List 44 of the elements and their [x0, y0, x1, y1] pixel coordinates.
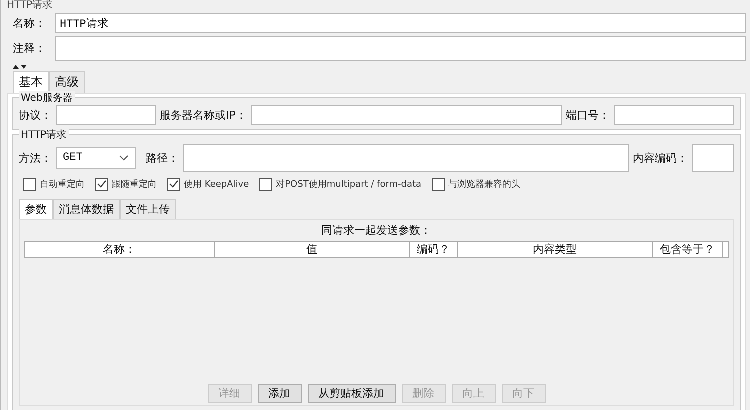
tab[interactable]: 基本	[13, 71, 49, 93]
protocol-field[interactable]	[56, 105, 156, 125]
tab[interactable]: 消息体数据	[53, 199, 120, 219]
column-header: 值	[215, 242, 410, 257]
splitter-arrows-icon[interactable]	[13, 64, 27, 70]
column-header: 编码？	[410, 242, 458, 257]
path-field[interactable]	[183, 144, 629, 172]
action-button[interactable]: 从剪贴板添加	[308, 384, 396, 403]
checkbox-label: 自动重定向	[40, 178, 85, 191]
method-label: 方法：	[19, 150, 52, 166]
checkbox-label: 与浏览器兼容的头	[448, 178, 521, 191]
encoding-field[interactable]	[692, 144, 734, 172]
encoding-label: 内容编码：	[633, 150, 688, 166]
chevron-down-icon	[119, 155, 129, 161]
checkbox[interactable]	[23, 178, 36, 191]
tab[interactable]: 高级	[49, 71, 85, 93]
action-button[interactable]: 添加	[258, 384, 302, 403]
name-field[interactable]: HTTP请求	[55, 13, 746, 33]
server-field[interactable]	[250, 105, 562, 125]
checkbox-label: 使用 KeepAlive	[184, 178, 250, 191]
name-label: 名称：	[12, 16, 47, 30]
checkbox[interactable]	[95, 178, 108, 191]
comment-field[interactable]	[55, 36, 746, 61]
group-title: Web服务器	[19, 91, 75, 105]
checkbox-label: 跟随重定向	[112, 178, 157, 191]
checkbox[interactable]	[167, 178, 180, 191]
checkbox[interactable]	[432, 178, 445, 191]
port-field[interactable]	[614, 105, 734, 125]
column-header: 名称：	[25, 242, 215, 257]
server-label: 服务器名称或IP：	[160, 108, 247, 122]
column-header: 包含等于？	[653, 242, 723, 257]
comment-label: 注释：	[12, 41, 47, 56]
column-header: 内容类型	[458, 242, 653, 257]
tab[interactable]: 文件上传	[120, 199, 176, 219]
path-label: 路径：	[146, 150, 179, 166]
port-label: 端口号：	[566, 108, 610, 122]
method-dropdown[interactable]: GET	[56, 147, 136, 169]
checkbox[interactable]	[259, 178, 272, 191]
group-title: HTTP请求	[19, 128, 69, 142]
protocol-label: 协议：	[19, 108, 52, 122]
table-caption: 同请求一起发送参数：	[320, 223, 432, 239]
tab[interactable]: 参数	[19, 199, 53, 219]
panel-title: HTTP请求	[7, 0, 54, 11]
checkbox-label: 对POST使用multipart / form-data	[276, 178, 422, 191]
